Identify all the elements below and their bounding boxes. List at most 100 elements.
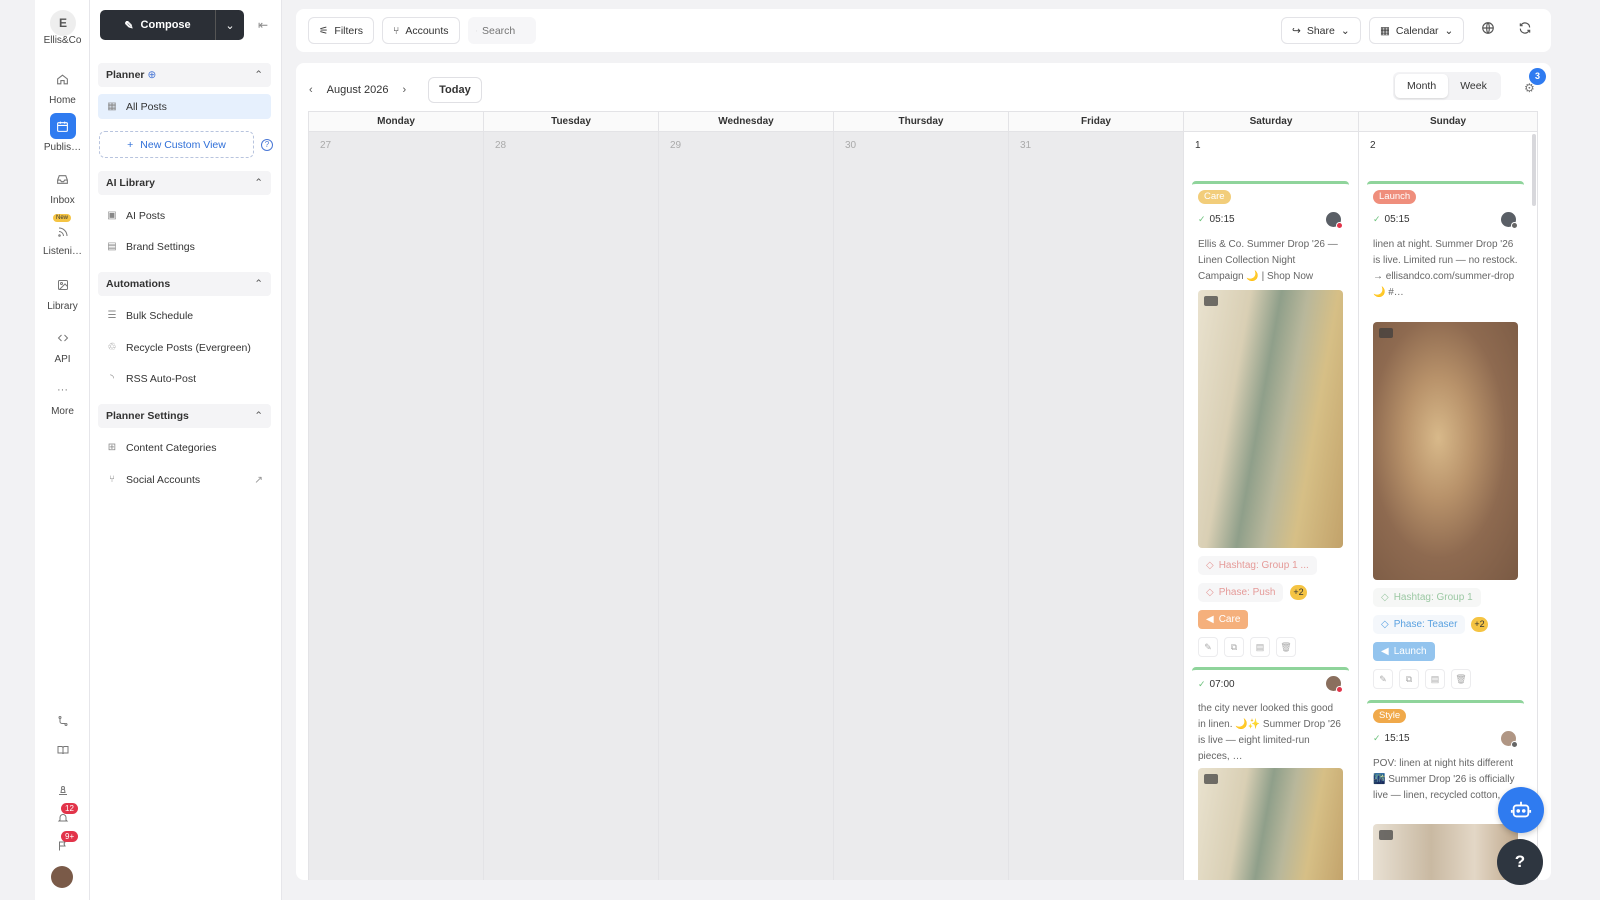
more-tags-badge[interactable]: +2 — [1471, 617, 1488, 632]
filter-icon: ⚟ — [319, 24, 329, 37]
more-tags-badge[interactable]: +2 — [1290, 585, 1307, 600]
post-image[interactable] — [1373, 322, 1518, 580]
post-image[interactable] — [1198, 768, 1343, 880]
user-avatar[interactable] — [51, 866, 73, 888]
share-button[interactable]: ↪ Share ⌄ — [1281, 17, 1361, 44]
edit-icon[interactable]: ✎ — [1198, 637, 1218, 657]
chevron-right-icon[interactable]: › — [402, 84, 406, 96]
account-avatar — [1326, 212, 1343, 229]
check-circle-icon: ✓ — [1198, 679, 1206, 689]
rail-item-inbox[interactable]: Inbox — [35, 166, 90, 206]
nav-content-categories[interactable]: ⊞ Content Categories — [98, 435, 271, 460]
rail-item-publish[interactable]: Publis… — [35, 113, 90, 153]
campaign-label: Care — [1218, 614, 1241, 625]
day-cell[interactable]: 31 — [1009, 132, 1184, 880]
recycle-icon: ♲ — [107, 342, 117, 353]
ai-assistant-button[interactable] — [1498, 787, 1544, 833]
post-time: ✓ 05:15 — [1373, 214, 1410, 225]
section-ai-library[interactable]: AI Library ⌃ — [98, 171, 271, 195]
rail-item-label: Library — [47, 301, 78, 312]
day-number: 28 — [495, 140, 507, 151]
day-number: 29 — [670, 140, 682, 151]
add-circle-icon[interactable]: ⊕ — [147, 69, 156, 81]
post-caption: Ellis & Co. Summer Drop '26 — Linen Coll… — [1198, 239, 1338, 282]
flag-icon[interactable] — [35, 840, 90, 855]
inbox-icon — [50, 166, 76, 192]
campaign-chip[interactable]: ◀ Care — [1198, 610, 1249, 629]
week-view-button[interactable]: Week — [1448, 74, 1499, 98]
post-image[interactable] — [1373, 824, 1518, 880]
search-input[interactable] — [482, 24, 528, 37]
post-actions: ✎ ⧉ ▤ 🗑 — [1198, 637, 1296, 657]
book-icon[interactable] — [35, 744, 90, 759]
section-title: Planner Settings — [106, 410, 189, 422]
nav-bulk-schedule[interactable]: ☰ Bulk Schedule — [98, 303, 271, 328]
nav-rss-auto-post[interactable]: ◝ RSS Auto-Post — [98, 366, 271, 391]
accounts-button[interactable]: ⑂ Accounts — [382, 17, 460, 44]
categories-icon: ⊞ — [107, 442, 117, 453]
hashtag-chip[interactable]: ◇ Hashtag: Group 1 ... — [1198, 556, 1317, 575]
stamp-icon[interactable] — [35, 785, 90, 800]
duplicate-icon[interactable]: ⧉ — [1224, 637, 1244, 657]
nav-recycle-posts[interactable]: ♲ Recycle Posts (Evergreen) — [98, 335, 271, 360]
rail-item-listening[interactable]: Listeni… — [35, 221, 90, 257]
filters-button[interactable]: ⚟ Filters — [308, 17, 375, 44]
new-custom-view-button[interactable]: + New Custom View — [99, 131, 254, 158]
post-time: ✓ 15:15 — [1373, 733, 1410, 744]
section-planner[interactable]: Planner ⊕ ⌃ — [98, 63, 271, 87]
post-image[interactable] — [1198, 290, 1343, 548]
note-icon[interactable]: ▤ — [1250, 637, 1270, 657]
day-number: 2 — [1370, 140, 1376, 151]
section-title: Planner — [106, 69, 145, 81]
trash-icon[interactable]: 🗑 — [1451, 669, 1471, 689]
scrollbar[interactable] — [1532, 134, 1536, 206]
day-cell[interactable]: 30 — [834, 132, 1009, 880]
compose-button[interactable]: ✎ Compose — [100, 10, 216, 40]
nav-all-posts[interactable]: ▦ All Posts — [98, 94, 271, 119]
workflow-icon[interactable] — [35, 715, 90, 730]
search-box[interactable] — [468, 17, 536, 44]
trash-icon[interactable]: 🗑 — [1276, 637, 1296, 657]
day-cell[interactable]: 29 — [659, 132, 834, 880]
phase-chip[interactable]: ◇ Phase: Teaser — [1373, 615, 1466, 634]
nav-social-accounts[interactable]: ⑂ Social Accounts ↗ — [98, 467, 271, 492]
nav-brand-settings[interactable]: ▤ Brand Settings — [98, 234, 271, 259]
rail-item-api[interactable]: API — [35, 325, 90, 365]
rail-item-library[interactable]: Library — [35, 272, 90, 312]
post-card[interactable]: Care ✓ 05:15 Ellis & Co. Summer Drop '26 … — [1192, 181, 1349, 659]
refresh-icon[interactable] — [1518, 21, 1532, 38]
post-card[interactable]: ✓ 07:00 the city never looked this good i… — [1192, 667, 1349, 880]
section-planner-settings[interactable]: Planner Settings ⌃ — [98, 404, 271, 428]
phase-chip[interactable]: ◇ Phase: Push — [1198, 583, 1284, 602]
collapse-sidebar-icon[interactable]: ⇤ — [258, 18, 268, 32]
edit-icon[interactable]: ✎ — [1373, 669, 1393, 689]
day-cell[interactable]: 27 — [309, 132, 484, 880]
nav-ai-posts[interactable]: ▣ AI Posts — [98, 203, 271, 228]
hashtag-chip[interactable]: ◇ Hashtag: Group 1 — [1373, 588, 1481, 607]
rail-item-home[interactable]: Home — [35, 66, 90, 106]
calendar-view-button[interactable]: ▦ Calendar ⌄ — [1369, 17, 1465, 44]
bell-icon[interactable] — [35, 812, 90, 827]
duplicate-icon[interactable]: ⧉ — [1399, 669, 1419, 689]
chevron-left-icon[interactable]: ‹ — [309, 84, 313, 96]
compose-dropdown-button[interactable]: ⌄ — [216, 19, 244, 32]
campaign-chip[interactable]: ◀ Launch — [1373, 642, 1435, 661]
help-button[interactable]: ? — [1497, 839, 1543, 885]
rail-item-more[interactable]: ··· More — [35, 377, 90, 417]
chip-label: Hashtag: Group 1 ... — [1218, 560, 1309, 571]
chevron-down-icon: ⌄ — [1444, 24, 1454, 37]
help-icon[interactable]: ? — [261, 139, 273, 151]
month-view-button[interactable]: Month — [1395, 74, 1449, 98]
globe-icon[interactable] — [1481, 21, 1495, 38]
day-cell-saturday[interactable]: 1 Care ✓ 05:15 Ellis & Co. Summer Drop '2… — [1184, 132, 1359, 880]
workspace-logo[interactable]: E — [50, 10, 76, 36]
day-cell[interactable]: 28 — [484, 132, 659, 880]
external-link-icon: ↗ — [254, 473, 263, 486]
account-avatar — [1501, 731, 1518, 748]
day-cell-sunday[interactable]: 2 Launch ✓ 05:15 linen at night. Summer D… — [1359, 132, 1537, 880]
post-card[interactable]: Launch ✓ 05:15 linen at night. Summer Dro… — [1367, 181, 1524, 691]
today-button[interactable]: Today — [428, 77, 482, 103]
code-icon — [50, 325, 76, 351]
section-automations[interactable]: Automations ⌃ — [98, 272, 271, 296]
note-icon[interactable]: ▤ — [1425, 669, 1445, 689]
